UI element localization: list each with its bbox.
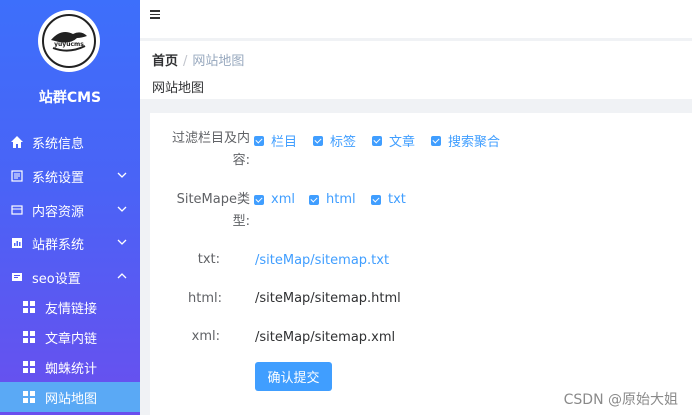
checkbox-checked-icon — [372, 135, 382, 146]
sidebar-subitem-label: 文章内链 — [45, 331, 98, 347]
logo[interactable]: yuyucms — [38, 10, 100, 72]
txt-label: txt: — [197, 252, 220, 267]
sidebar: yuyucms 站群CMS 系统信息 系统设置 内容资源 站群系统 seo设置 … — [0, 0, 140, 415]
sidebar-subitem-spider-stats[interactable]: 蜘蛛统计 — [0, 352, 140, 382]
filter-label-line: 过滤栏目及内 — [171, 131, 250, 146]
sidebar-subitem-article-links[interactable]: 文章内链 — [0, 322, 140, 352]
filter-label-line: 容: — [232, 153, 250, 168]
filter-checkbox-column[interactable]: 栏目 — [254, 131, 297, 150]
chevron-up-icon — [117, 273, 127, 279]
checkbox-checked-icon — [254, 194, 264, 205]
top-bar — [140, 0, 692, 38]
sidebar-subitem-friend-links[interactable]: 友情链接 — [0, 292, 140, 322]
type-label-line: 型: — [232, 214, 250, 229]
chevron-down-icon — [117, 206, 127, 212]
breadcrumb-current: 网站地图 — [192, 54, 245, 69]
checkbox-label: 栏目 — [271, 135, 298, 150]
html-label: html: — [188, 291, 222, 306]
sidebar-subitem-label: 蜘蛛统计 — [45, 361, 98, 377]
sidebar-item-system-info[interactable]: 系统信息 — [0, 127, 140, 157]
breadcrumb: 首页 / 网站地图 — [152, 50, 244, 69]
checkbox-label: 文章 — [389, 135, 416, 150]
submit-button[interactable]: 确认提交 — [255, 362, 332, 391]
sidebar-item-site-group[interactable]: 站群系统 — [0, 228, 140, 258]
seo-icon — [10, 270, 24, 284]
filter-checkbox-article[interactable]: 文章 — [372, 131, 415, 150]
sidebar-item-system-settings[interactable]: 系统设置 — [0, 161, 140, 191]
site-name: 站群CMS — [38, 90, 102, 106]
type-label-line: SiteMape类 — [176, 192, 250, 207]
sidebar-item-label: 系统设置 — [32, 170, 85, 186]
home-icon — [10, 135, 24, 149]
checkbox-checked-icon — [313, 135, 323, 146]
checkbox-checked-icon — [254, 135, 264, 146]
page-header: 首页 / 网站地图 网站地图 — [140, 41, 692, 99]
logo-text: yuyucms — [54, 41, 84, 48]
chevron-down-icon — [117, 239, 127, 245]
page-title: 网站地图 — [152, 81, 205, 96]
grid-icon — [23, 391, 35, 403]
watermark: CSDN @原始大姐 — [563, 392, 678, 408]
html-sitemap-path: /siteMap/sitemap.html — [255, 291, 401, 306]
sidebar-item-seo-settings[interactable]: seo设置 — [0, 262, 140, 292]
sidebar-item-label: 站群系统 — [32, 237, 85, 253]
checkbox-checked-icon — [371, 194, 381, 205]
checkbox-label: txt — [388, 192, 406, 207]
grid-icon — [23, 301, 35, 313]
filter-checkbox-tag[interactable]: 标签 — [313, 131, 356, 150]
xml-sitemap-path: /siteMap/sitemap.xml — [255, 330, 396, 345]
sidebar-subitem-label: 网站地图 — [45, 391, 98, 407]
sidebar-item-label: 内容资源 — [32, 204, 85, 220]
menu-toggle-icon[interactable] — [150, 10, 160, 20]
breadcrumb-separator: / — [183, 54, 188, 69]
grid-icon — [23, 331, 35, 343]
type-checkbox-xml[interactable]: xml — [254, 192, 295, 207]
txt-sitemap-link[interactable]: /siteMap/sitemap.txt — [255, 253, 389, 268]
sidebar-item-content-resources[interactable]: 内容资源 — [0, 195, 140, 225]
type-checkbox-html[interactable]: html — [309, 192, 356, 207]
checkbox-checked-icon — [431, 135, 441, 146]
content-icon — [10, 203, 24, 217]
checkbox-label: 标签 — [330, 135, 357, 150]
filter-label: 过滤栏目及内 容: — [164, 128, 250, 172]
chevron-down-icon — [117, 172, 127, 178]
sidebar-item-label: 系统信息 — [32, 136, 85, 152]
chart-icon — [10, 236, 24, 250]
grid-icon — [23, 361, 35, 373]
checkbox-checked-icon — [309, 194, 319, 205]
xml-label: xml: — [191, 329, 220, 344]
checkbox-label: html — [326, 192, 356, 207]
sitemap-type-label: SiteMape类 型: — [154, 189, 250, 233]
sidebar-subitem-label: 友情链接 — [45, 301, 98, 317]
settings-icon — [10, 169, 24, 183]
checkbox-label: xml — [271, 192, 295, 207]
logo-mark-icon: yuyucms — [42, 14, 96, 68]
sidebar-item-label: seo设置 — [32, 271, 81, 287]
filter-checkbox-search-aggregate[interactable]: 搜索聚合 — [431, 131, 500, 150]
checkbox-label: 搜索聚合 — [448, 135, 501, 150]
breadcrumb-home[interactable]: 首页 — [152, 54, 178, 69]
type-checkbox-txt[interactable]: txt — [371, 192, 406, 207]
sidebar-subitem-sitemap[interactable]: 网站地图 — [0, 382, 140, 412]
sitemap-form: 过滤栏目及内 容: 栏目 标签 文章 搜索聚合 SiteMape类 型: xml… — [150, 113, 692, 415]
